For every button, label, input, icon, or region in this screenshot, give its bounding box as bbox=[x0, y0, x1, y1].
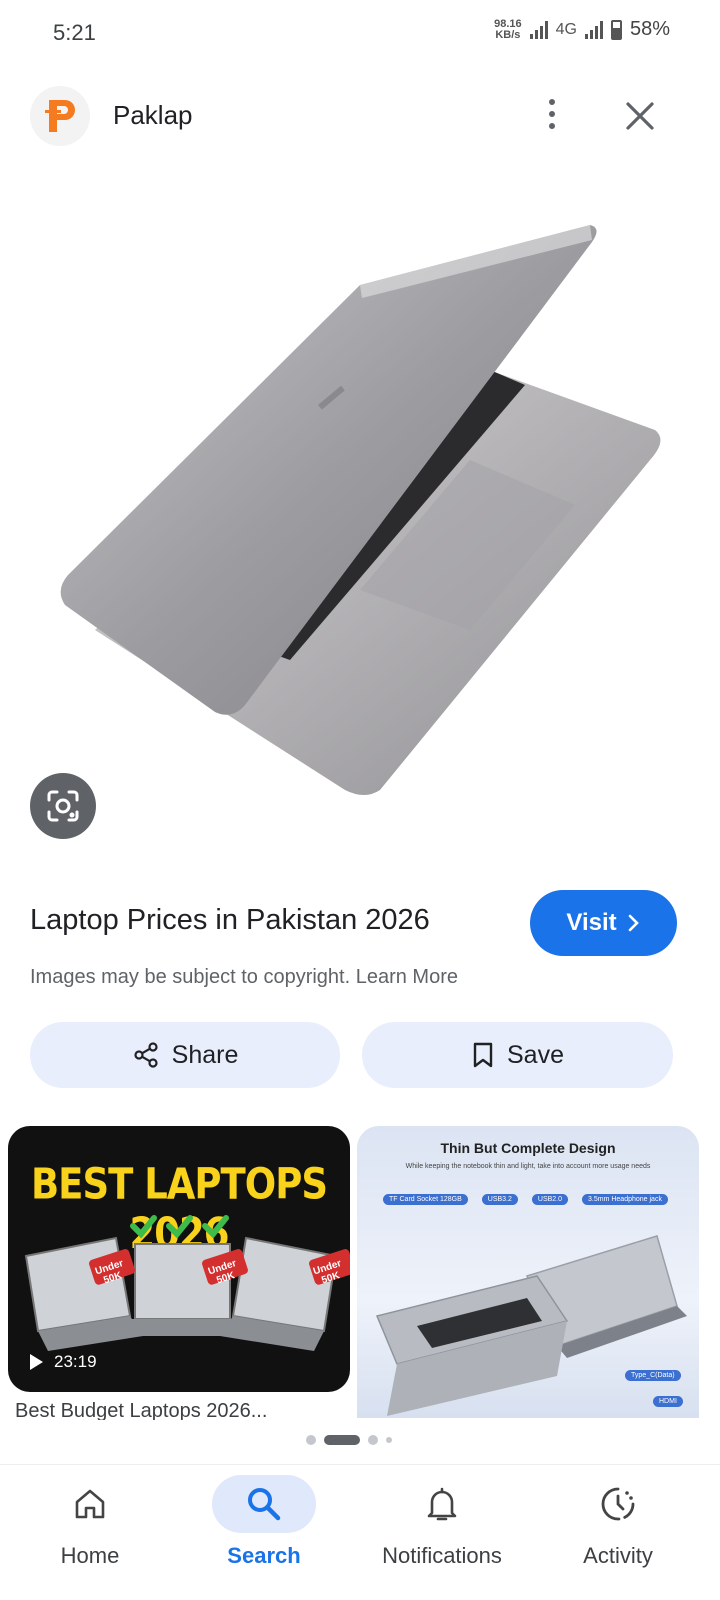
carousel-pager bbox=[306, 1435, 392, 1445]
share-button[interactable]: Share bbox=[30, 1022, 340, 1088]
network-speed: 98.16 KB/s bbox=[494, 17, 522, 41]
battery-icon bbox=[610, 19, 622, 40]
nav-label-home: Home bbox=[60, 1543, 120, 1568]
nav-label-search: Search bbox=[227, 1543, 301, 1568]
nav-item-activity[interactable]: Activity bbox=[528, 1465, 708, 1600]
site-name[interactable]: Paklap bbox=[113, 100, 193, 131]
search-icon bbox=[212, 1475, 316, 1533]
status-bar: 5:21 98.16 KB/s 4G 58% bbox=[0, 0, 720, 66]
play-icon bbox=[30, 1354, 43, 1370]
more-options-icon[interactable] bbox=[534, 92, 570, 136]
close-icon[interactable] bbox=[618, 94, 662, 138]
copyright-notice[interactable]: Images may be subject to copyright. Lear… bbox=[30, 966, 458, 989]
share-icon bbox=[134, 1042, 158, 1068]
status-indicators: 98.16 KB/s 4G 58% bbox=[494, 18, 670, 41]
home-icon bbox=[38, 1475, 142, 1533]
image-title: Laptop Prices in Pakistan 2026 bbox=[30, 904, 430, 936]
pager-dot-active bbox=[324, 1435, 360, 1445]
share-label: Share bbox=[171, 1040, 239, 1069]
visit-label: Visit bbox=[566, 909, 617, 936]
related-video-caption[interactable]: Best Budget Laptops 2026... bbox=[15, 1400, 335, 1420]
port-tag: Type_C(Data) bbox=[625, 1370, 681, 1381]
pager-dot bbox=[386, 1437, 392, 1443]
wifi-signal-icon bbox=[529, 20, 548, 39]
bookmark-icon bbox=[473, 1042, 493, 1068]
save-label: Save bbox=[507, 1040, 564, 1069]
google-lens-icon[interactable] bbox=[30, 773, 96, 839]
video-duration-text: 23:19 bbox=[54, 1352, 97, 1371]
status-time: 5:21 bbox=[53, 20, 96, 45]
visit-button[interactable]: Visit bbox=[530, 890, 677, 956]
pager-dot bbox=[306, 1435, 316, 1445]
bell-icon bbox=[390, 1475, 494, 1533]
related-design-card[interactable]: Thin But Complete Design While keeping t… bbox=[357, 1126, 699, 1418]
nav-item-home[interactable]: Home bbox=[0, 1465, 180, 1600]
chevron-right-icon bbox=[628, 914, 639, 932]
pager-dot bbox=[368, 1435, 378, 1445]
activity-icon bbox=[566, 1475, 670, 1533]
bottom-navigation: Home Search Notifications Activity bbox=[0, 1464, 720, 1600]
main-image-laptop[interactable] bbox=[0, 160, 720, 860]
port-tag: HDMI bbox=[653, 1396, 683, 1407]
battery-percent: 58% bbox=[629, 18, 670, 40]
nav-item-notifications[interactable]: Notifications bbox=[352, 1465, 532, 1600]
result-header: Paklap bbox=[0, 80, 720, 150]
nav-item-search[interactable]: Search bbox=[174, 1465, 354, 1600]
video-duration: 23:19 bbox=[28, 1352, 97, 1372]
paklap-logo-icon[interactable] bbox=[30, 86, 90, 146]
nav-label-activity: Activity bbox=[583, 1543, 653, 1568]
network-speed-value: 98.16 bbox=[494, 17, 522, 30]
save-button[interactable]: Save bbox=[362, 1022, 673, 1088]
network-speed-unit: KB/s bbox=[495, 28, 521, 41]
cell-signal-icon bbox=[584, 20, 603, 39]
network-type: 4G bbox=[555, 20, 577, 38]
nav-label-notifications: Notifications bbox=[382, 1543, 502, 1568]
